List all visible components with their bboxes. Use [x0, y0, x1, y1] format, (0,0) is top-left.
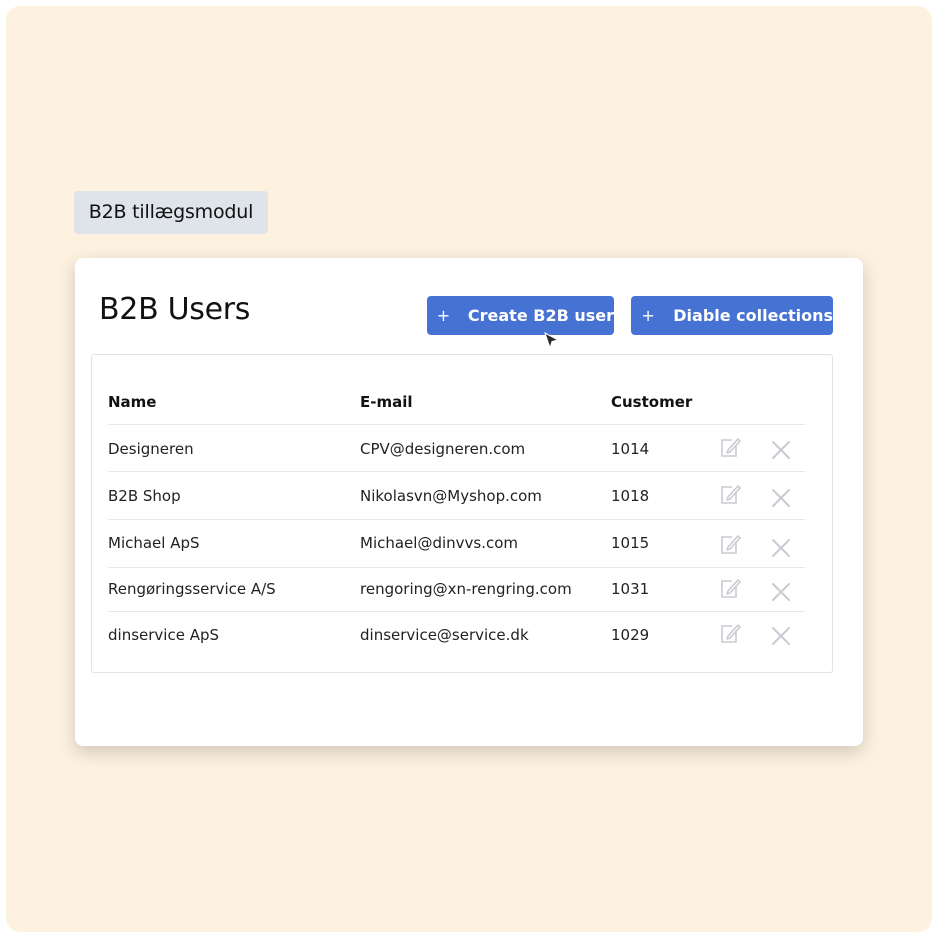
cell-name: Michael ApS	[108, 534, 200, 552]
create-b2b-user-label: Create B2B user	[467, 306, 614, 325]
edit-icon[interactable]	[719, 534, 741, 556]
column-header-customer: Customer	[611, 393, 693, 411]
cell-email: Michael@dinvvs.com	[360, 534, 519, 552]
cell-customer: 1018	[611, 487, 650, 505]
disable-collections-button[interactable]: + Diable collections	[631, 296, 833, 335]
cell-customer: 1015	[611, 534, 650, 552]
plus-icon: +	[641, 306, 655, 325]
table-header: Name E-mail Customer	[108, 393, 805, 425]
disable-collections-label: Diable collections	[673, 306, 833, 325]
cell-email: CPV@designeren.com	[360, 440, 526, 458]
close-icon[interactable]	[771, 440, 791, 460]
b2b-users-card: B2B Users + Create B2B user + Diable col…	[75, 258, 863, 746]
plus-icon: +	[436, 306, 451, 325]
edit-icon[interactable]	[719, 623, 741, 645]
mouse-cursor-icon	[544, 332, 560, 350]
create-b2b-user-button[interactable]: + Create B2B user	[427, 296, 614, 335]
close-icon[interactable]	[771, 582, 791, 602]
cell-email: Nikolasvn@Myshop.com	[360, 487, 542, 505]
table-row: Michael ApS Michael@dinvvs.com 1015	[108, 520, 805, 568]
column-header-email: E-mail	[360, 393, 413, 411]
edit-icon[interactable]	[719, 437, 741, 459]
cell-name: Designeren	[108, 440, 194, 458]
table-row: dinservice ApS dinservice@service.dk 102…	[108, 612, 805, 658]
close-icon[interactable]	[771, 538, 791, 558]
module-tag: B2B tillægsmodul	[74, 191, 268, 234]
edit-icon[interactable]	[719, 578, 741, 600]
cell-name: Rengøringsservice A/S	[108, 580, 276, 598]
cell-name: B2B Shop	[108, 487, 181, 505]
cell-email: rengoring@xn-rengring.com	[360, 580, 572, 598]
close-icon[interactable]	[771, 488, 791, 508]
close-icon[interactable]	[771, 626, 791, 646]
users-table: Name E-mail Customer Designeren CPV@desi…	[91, 354, 833, 673]
table-row: Designeren CPV@designeren.com 1014	[108, 425, 805, 472]
cell-customer: 1031	[611, 580, 650, 598]
table-row: B2B Shop Nikolasvn@Myshop.com 1018	[108, 472, 805, 520]
page-title: B2B Users	[99, 292, 251, 327]
cell-email: dinservice@service.dk	[360, 626, 529, 644]
table-row: Rengøringsservice A/S rengoring@xn-rengr…	[108, 568, 805, 612]
cell-customer: 1029	[611, 626, 650, 644]
column-header-name: Name	[108, 393, 157, 411]
edit-icon[interactable]	[719, 484, 741, 506]
cell-customer: 1014	[611, 440, 650, 458]
cell-name: dinservice ApS	[108, 626, 219, 644]
